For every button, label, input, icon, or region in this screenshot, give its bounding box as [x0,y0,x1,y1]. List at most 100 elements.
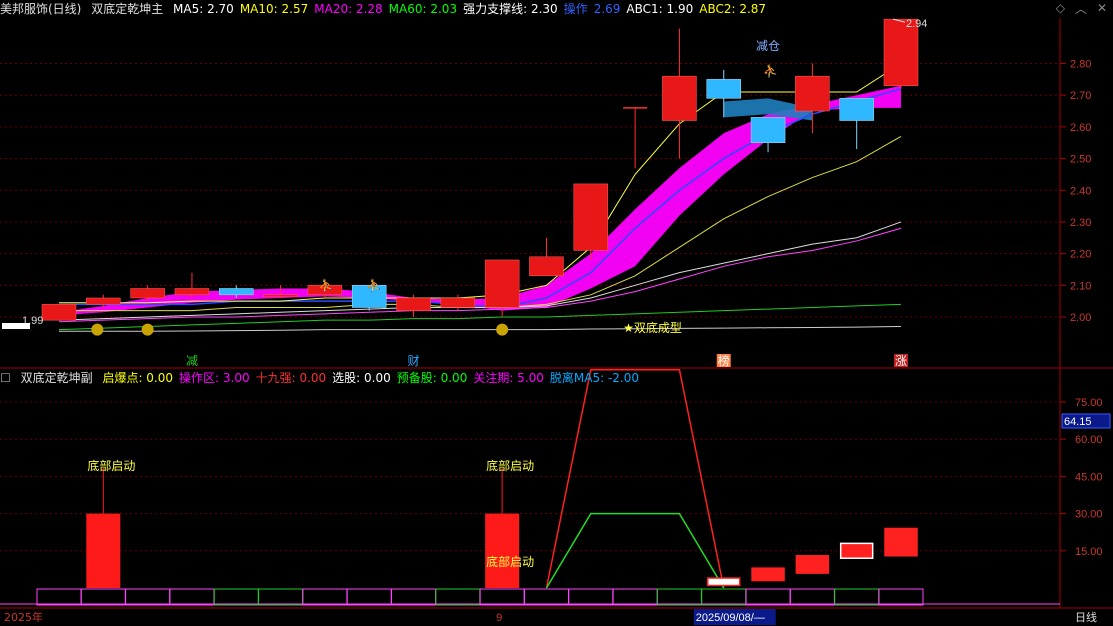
signal-box-0 [706,577,741,587]
y-tick-label-lower-4: 75.00 [1075,397,1103,409]
candle-15 [706,79,741,99]
y-tick-label-upper-4: 2.40 [1070,185,1091,197]
candle-0 [41,304,77,321]
candle-4 [219,288,254,296]
candle-16 [750,117,786,143]
diamond-icon[interactable]: ◇ [1056,1,1065,15]
strip-cell-8 [391,588,437,606]
upper-indicator-value-0: MA5: 2.70 [173,2,234,16]
y-tick-label-upper-0: 2.00 [1070,312,1091,324]
upper-indicator-value-6: 2.69 [593,2,621,16]
marker-3: 涨 [895,353,907,368]
strip-cell-18 [834,588,880,606]
strip-cell-0 [36,588,82,606]
signal-box-4 [884,527,918,557]
bottom-start-label-1: 底部启动 [486,458,534,473]
upper-indicator-value-5: 操作 [563,2,588,16]
month-label: 9 [496,612,502,624]
strip-cell-2 [125,588,171,606]
period-label: 日线 [1075,610,1097,624]
strip-cell-10 [479,588,525,606]
y-tick-label-upper-2: 2.20 [1070,249,1091,261]
y-tick-label-upper-1: 2.10 [1070,280,1091,292]
bottom-start-label-0: 底部启动 [87,458,135,473]
money-bag-icon-2 [496,323,509,336]
lower-indicator-value-0: 启爆点: 0.00 [102,371,174,385]
candle-8 [396,297,431,311]
strip-cell-12 [568,588,614,606]
double-bottom-label: ★双底成型 [623,320,682,335]
year-label: 2025年 [4,610,43,624]
candle-9 [440,297,476,308]
candle-5 [263,294,298,298]
y-tick-label-lower-3: 60.00 [1075,434,1103,446]
candle-3 [174,288,210,296]
strip-cell-7 [346,588,392,606]
lower-indicator-value-6: 脱离MA5: -2.00 [549,371,640,385]
yellow-abc2-line [59,63,902,304]
upper-indicator-value-7: ABC1: 1.90 [626,2,694,16]
candle-11 [529,256,564,277]
ma10-line [59,135,902,312]
marker-2: 榜 [718,353,730,368]
chevron-up-icon[interactable]: ︿ [1075,0,1087,17]
strip-cell-15 [701,588,747,606]
close-icon[interactable]: ✕ [1097,1,1107,15]
person-icon: ⛹ [763,63,778,78]
min-price-marker [2,323,30,329]
signal-box-2 [795,555,830,574]
marker-0: 减 [186,354,198,368]
lower-indicator-value-1: 操作区: 3.00 [179,371,250,385]
strip-cell-11 [523,588,569,606]
money-bag-icon-0 [91,323,104,336]
strip-cell-14 [656,588,702,606]
upper-header: 美邦服饰(日线) 双底定乾坤主 MA5: 2.70 MA10: 2.57 MA20:… [0,0,778,18]
lower-header: ☐ 双底定乾坤副 启爆点: 0.00 操作区: 3.00 十九强: 0.00 选股: … [0,369,651,387]
candle-17 [795,75,830,112]
candle-14 [662,75,697,121]
sub-indicator-name[interactable]: 双底定乾坤副 [21,371,93,385]
person-icon-2: ⛹ [319,277,334,292]
candle-12 [573,183,609,251]
candle-18 [839,98,874,121]
upper-indicator-value-2: MA20: 2.28 [314,2,383,16]
signal-box-3 [839,542,874,559]
bottom-start-bar-0 [86,513,121,588]
upper-indicator-value-3: MA60: 2.03 [388,2,458,16]
square-icon[interactable]: ☐ [0,371,11,385]
y-tick-label-lower-1: 30.00 [1075,509,1103,521]
stock-chart[interactable]: 2.00 2.10 2.20 2.30 2.40 2.50 2.60 2.70 2.80 15.0… [0,0,1113,626]
window-buttons: ◇ ︿ ✕ [1056,0,1107,16]
candle-2 [130,288,165,299]
y-tick-label-upper-7: 2.70 [1070,90,1091,102]
bottom-start-label-2: 底部启动 [486,554,534,569]
lower-indicator-value-4: 预备股: 0.00 [396,371,468,385]
max-price-label: 2.94 [906,18,927,30]
strip-cell-5 [258,588,304,606]
upper-indicator-value-8: ABC2: 2.87 [699,2,767,16]
price-box-label: 64.15 [1064,416,1092,428]
strip-cell-16 [745,588,791,606]
stock-name[interactable]: 美邦服饰(日线) [0,2,81,16]
marker-1: 财 [408,354,420,368]
abc1-line [59,326,902,332]
upper-indicator-value-1: MA10: 2.57 [239,2,309,16]
main-indicator-name[interactable]: 双底定乾坤主 [91,2,163,16]
strip-cell-1 [80,588,126,606]
signal-box-1 [751,567,785,582]
strip-cell-4 [213,588,259,606]
candle-1 [86,297,121,305]
strip-cell-3 [169,588,215,606]
lower-indicator-value-2: 十九强: 0.00 [255,371,327,385]
strip-cell-19 [878,588,924,606]
reduce-position-label: 减仓 [756,39,780,53]
lower-indicator-value-3: 选股: 0.00 [332,371,391,385]
date-label: 2025/09/08/— [696,612,765,624]
strip-cell-17 [789,588,835,606]
y-tick-label-upper-3: 2.30 [1070,217,1091,229]
strip-cell-9 [435,588,481,606]
bottom-start-bar-1 [485,513,520,588]
y-tick-label-upper-6: 2.60 [1070,122,1091,134]
strip-cell-6 [302,588,348,606]
candle-10 [484,259,520,308]
